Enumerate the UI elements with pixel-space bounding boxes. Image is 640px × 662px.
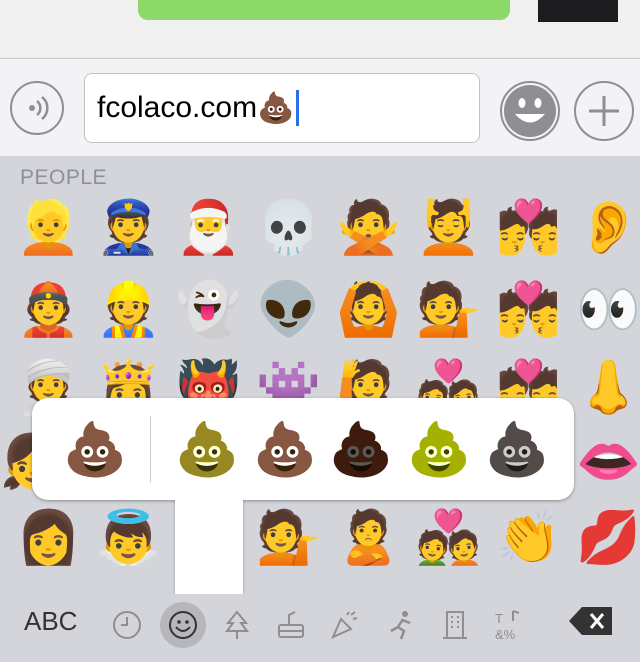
svg-text:&%: &% bbox=[495, 627, 516, 641]
chat-area bbox=[0, 0, 640, 58]
emoji-key[interactable]: 🙎 bbox=[336, 506, 401, 570]
building-icon[interactable] bbox=[432, 602, 478, 648]
emoji-key[interactable]: 👼 bbox=[96, 506, 161, 570]
voice-icon bbox=[29, 96, 49, 120]
input-bar: fcolaco.com 💩 bbox=[0, 58, 640, 157]
message-text: fcolaco.com bbox=[97, 91, 258, 124]
message-input[interactable]: fcolaco.com 💩 bbox=[84, 73, 480, 143]
emoji-key[interactable]: 💑 bbox=[416, 506, 481, 570]
image-thumbnail[interactable] bbox=[538, 0, 618, 22]
poop-emoji: 💩 bbox=[257, 91, 295, 125]
emoji-key[interactable]: 💋 bbox=[576, 506, 640, 570]
emoji-key[interactable]: 👃 bbox=[576, 356, 640, 420]
recent-icon[interactable] bbox=[104, 602, 150, 648]
emoji-key[interactable]: 💏 bbox=[496, 196, 561, 260]
plus-icon bbox=[589, 96, 619, 126]
emoji-key[interactable]: 🙆 bbox=[336, 278, 401, 342]
voice-button[interactable] bbox=[10, 81, 64, 135]
emoji-key[interactable]: 👏 bbox=[496, 506, 561, 570]
food-icon[interactable] bbox=[268, 602, 314, 648]
message-bubble[interactable] bbox=[138, 0, 510, 20]
popup-variant-emoji[interactable]: 💩 bbox=[174, 418, 240, 482]
tree-icon[interactable] bbox=[214, 602, 260, 648]
emoji-key[interactable]: 💁 bbox=[256, 506, 321, 570]
emoji-key[interactable]: 👱 bbox=[16, 196, 81, 260]
emoji-key[interactable]: 👂 bbox=[576, 196, 640, 260]
popup-variant-emoji[interactable]: 💩 bbox=[252, 418, 318, 482]
emoji-key[interactable]: 👮 bbox=[96, 196, 161, 260]
emoji-key[interactable]: 👩 bbox=[16, 506, 81, 570]
skin-tone-popup: 💩 💩 💩 💩 💩 💩 bbox=[32, 398, 574, 500]
emoji-key[interactable]: 💆 bbox=[416, 196, 481, 260]
delete-button[interactable] bbox=[568, 606, 614, 636]
popup-variant-emoji[interactable]: 💩 bbox=[406, 418, 472, 482]
emoji-key[interactable]: 🙅 bbox=[336, 196, 401, 260]
text-caret bbox=[296, 90, 300, 126]
party-icon[interactable] bbox=[322, 602, 368, 648]
emoji-key-partial[interactable]: 👧 bbox=[0, 430, 32, 494]
emoji-key[interactable]: 💀 bbox=[256, 196, 321, 260]
popup-divider bbox=[150, 416, 151, 482]
symbols-icon[interactable]: T &% bbox=[486, 602, 532, 648]
runner-icon[interactable] bbox=[378, 602, 424, 648]
emoji-keyboard: PEOPLE 👱👮🎅💀🙅💆💏👂👲👷👻👽🙆💁💏👀👳👸👹👾🙋💑💏👃👩👼💁🙎💑👏💋 👧… bbox=[0, 156, 640, 662]
popup-default-emoji[interactable]: 💩 bbox=[62, 418, 128, 482]
section-title: PEOPLE bbox=[20, 166, 108, 189]
emoji-key[interactable]: 👀 bbox=[576, 278, 640, 342]
delete-icon bbox=[569, 607, 612, 635]
emoji-button[interactable] bbox=[500, 81, 560, 141]
popup-tail-join bbox=[175, 484, 243, 504]
abc-key[interactable]: ABC bbox=[24, 606, 77, 637]
add-button[interactable] bbox=[574, 81, 634, 141]
svg-text:T: T bbox=[495, 611, 503, 626]
emoji-key[interactable]: 🎅 bbox=[176, 196, 241, 260]
emoji-key-lips[interactable]: 👄 bbox=[576, 430, 640, 494]
emoji-key[interactable]: 👲 bbox=[16, 278, 81, 342]
emoji-key[interactable]: 💏 bbox=[496, 278, 561, 342]
popup-variant-emoji[interactable]: 💩 bbox=[484, 418, 550, 482]
emoji-key[interactable]: 👷 bbox=[96, 278, 161, 342]
smiley-tab-icon[interactable] bbox=[160, 602, 206, 648]
smiley-icon bbox=[504, 85, 556, 137]
emoji-key[interactable]: 💁 bbox=[416, 278, 481, 342]
emoji-key[interactable]: 👽 bbox=[256, 278, 321, 342]
popup-variant-emoji[interactable]: 💩 bbox=[328, 418, 394, 482]
emoji-key[interactable]: 👻 bbox=[176, 278, 241, 342]
keyboard-bottom-bar: ABC T &% bbox=[0, 594, 640, 662]
